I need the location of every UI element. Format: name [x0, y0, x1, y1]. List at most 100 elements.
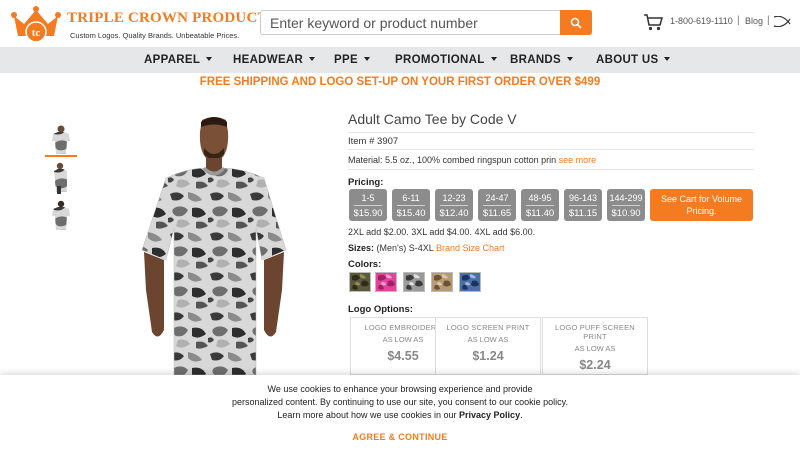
nav-item-label: PPE	[334, 54, 358, 66]
price-tier[interactable]: 24-47 $11.65	[478, 189, 516, 221]
price-tier-price: $10.90	[611, 208, 641, 219]
header-separator: |	[737, 15, 740, 26]
green-camo-swatch[interactable]	[349, 272, 371, 292]
product-thumbnail[interactable]	[50, 162, 72, 194]
item-number: Item # 3907	[348, 136, 399, 147]
price-tier-qty: 6-11	[402, 193, 420, 203]
colors-label: Colors:	[348, 259, 382, 270]
price-tier-price: $12.40	[439, 208, 469, 219]
sizes-row: Sizes: (Men's) S-4XL Brand Size Chart	[348, 243, 505, 253]
divider	[354, 205, 382, 206]
active-thumbnail-indicator	[45, 155, 77, 157]
nav-item-about-us[interactable]: ABOUT US	[596, 54, 671, 66]
size-chart-link[interactable]: Brand Size Chart	[436, 243, 505, 253]
logo-option-screen-print[interactable]: LOGO SCREEN PRINT AS LOW AS $1.24	[435, 317, 541, 375]
cookie-banner: We use cookies to enhance your browsing …	[0, 375, 800, 450]
site-header: tc TRIPLE CROWN PRODUCTS Custom Logos. Q…	[0, 0, 800, 47]
blog-link[interactable]: Blog	[745, 16, 763, 26]
price-tier-qty: 48-95	[528, 193, 552, 203]
nav-item-label: HEADWEAR	[233, 54, 304, 66]
cookie-message: We use cookies to enhance your browsing …	[200, 383, 600, 422]
nav-item-apparel[interactable]: APPAREL	[144, 54, 213, 66]
price-tier[interactable]: 144-299 $10.90	[607, 189, 645, 221]
divider	[569, 205, 597, 206]
logo-option-puff-screen-print[interactable]: LOGO PUFF SCREEN PRINT AS LOW AS $2.24	[542, 317, 648, 375]
nav-item-label: APPAREL	[144, 54, 201, 66]
price-tier-qty: 12-23	[442, 193, 466, 203]
price-tier[interactable]: 1-5 $15.90	[349, 189, 387, 221]
logo-letters: tc	[32, 27, 41, 39]
camo-pattern	[406, 274, 423, 290]
price-tier[interactable]: 96-143 $11.15	[564, 189, 602, 221]
caret-down-icon	[567, 56, 573, 61]
promo-banner[interactable]: FREE SHIPPING AND LOGO SET-UP ON YOUR FI…	[0, 76, 800, 88]
divider	[397, 205, 425, 206]
price-tier[interactable]: 12-23 $12.40	[435, 189, 473, 221]
price-tier-price: $11.65	[482, 208, 512, 219]
divider	[483, 205, 511, 206]
divider	[612, 205, 640, 206]
see-more-link[interactable]: see more	[559, 155, 597, 165]
logo-option-as-low-as: AS LOW AS	[467, 335, 509, 344]
price-tier-price: $11.15	[568, 208, 598, 219]
sizes-label: Sizes:	[348, 243, 375, 253]
cookie-line: Learn more about how we use cookies in o…	[200, 409, 600, 422]
blue-camo-swatch[interactable]	[459, 272, 481, 292]
price-tier-price: $15.90	[353, 208, 383, 219]
brand-tagline: Custom Logos. Quality Brands. Unbeatable…	[70, 31, 240, 40]
price-tier-qty: 24-47	[485, 193, 509, 203]
material-description: Material: 5.5 oz., 100% combed ringspun …	[348, 155, 557, 165]
divider	[348, 149, 754, 150]
cookie-line: personalized content. By continuing to u…	[231, 397, 569, 407]
nav-item-headwear[interactable]: HEADWEAR	[233, 54, 316, 66]
nav-item-label: PROMOTIONAL	[395, 54, 485, 66]
search-icon	[570, 17, 582, 29]
price-tier-qty: 1-5	[361, 193, 375, 203]
main-nav: APPAREL HEADWEAR PPE PROMOTIONAL BRANDS …	[0, 47, 800, 73]
camo-pattern	[434, 274, 451, 290]
cart-icon[interactable]	[643, 13, 663, 31]
price-tier[interactable]: 6-11 $15.40	[392, 189, 430, 221]
sizes-value: (Men's) S-4XL	[376, 243, 434, 253]
nav-item-brands[interactable]: BRANDS	[510, 54, 573, 66]
product-main-image[interactable]	[128, 110, 300, 375]
price-tier[interactable]: 48-95 $11.40	[521, 189, 559, 221]
caret-down-icon	[664, 56, 671, 61]
pricing-label: Pricing:	[348, 177, 384, 188]
phone-number[interactable]: 1-800-619-1110	[670, 16, 733, 26]
price-tier-qty: 144-299	[609, 193, 643, 203]
caret-down-icon	[206, 56, 213, 61]
volume-pricing-button[interactable]: See Cart for Volume Pricing.	[650, 189, 753, 221]
product-thumbnail[interactable]	[50, 200, 72, 232]
divider	[440, 205, 468, 206]
logo-option-price: $2.24	[579, 358, 611, 372]
desert-camo-swatch[interactable]	[431, 272, 453, 292]
nav-item-label: BRANDS	[510, 54, 561, 66]
pink-camo-swatch[interactable]	[375, 272, 397, 292]
camo-pattern	[462, 274, 479, 290]
ichthys-fish-icon	[773, 16, 791, 27]
caret-down-icon	[363, 56, 370, 61]
search-button[interactable]	[560, 10, 592, 35]
price-tier-qty: 96-143	[568, 193, 598, 203]
divider	[348, 132, 754, 133]
price-tier-price: $15.40	[396, 208, 426, 219]
search-input[interactable]	[260, 10, 560, 35]
nav-item-promotional[interactable]: PROMOTIONAL	[395, 54, 497, 66]
nav-item-ppe[interactable]: PPE	[334, 54, 370, 66]
logo-option-name: LOGO SCREEN PRINT	[446, 323, 530, 332]
brand-title: TRIPLE CROWN PRODUCTS	[67, 10, 277, 26]
urban-camo-swatch[interactable]	[403, 272, 425, 292]
agree-continue-button[interactable]: AGREE & CONTINUE	[0, 432, 800, 442]
camo-pattern	[352, 274, 369, 290]
price-tier-price: $11.40	[525, 208, 555, 219]
privacy-policy-link[interactable]: Privacy Policy	[459, 410, 520, 420]
size-upcharge-text: 2XL add $2.00. 3XL add $4.00. 4XL add $6…	[348, 227, 536, 237]
caret-down-icon	[490, 56, 497, 61]
camo-pattern	[378, 274, 395, 290]
product-title: Adult Camo Tee by Code V	[348, 111, 517, 127]
product-thumbnail[interactable]	[50, 124, 72, 156]
logo-option-as-low-as: AS LOW AS	[574, 344, 616, 353]
cookie-line: We use cookies to enhance your browsing …	[267, 384, 533, 394]
brand-logo[interactable]: tc TRIPLE CROWN PRODUCTS Custom Logos. Q…	[10, 6, 276, 44]
